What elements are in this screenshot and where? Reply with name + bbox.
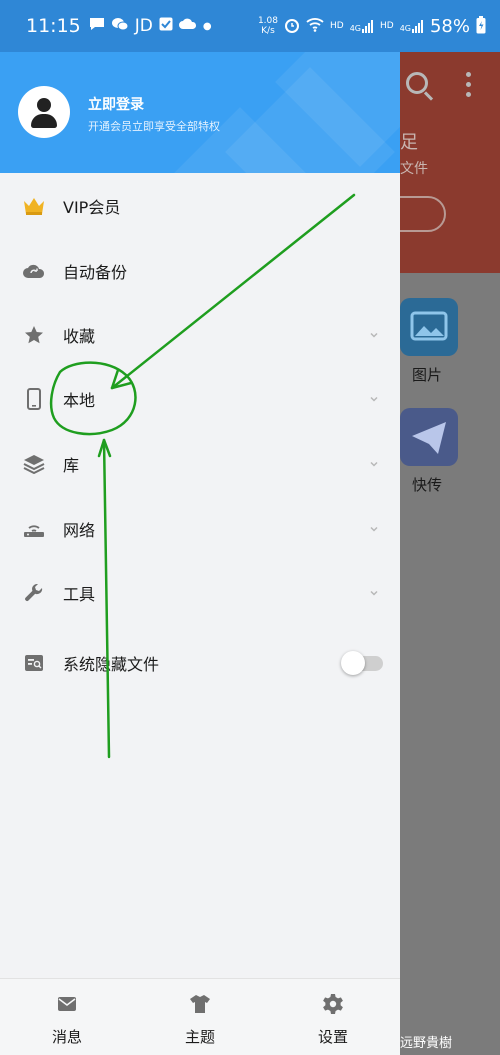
menu-item-favorites[interactable]: 收藏 bbox=[0, 311, 400, 359]
crown-icon bbox=[22, 194, 46, 218]
login-subtitle: 开通会员立即享受全部特权 bbox=[88, 120, 220, 133]
navigation-drawer: 立即登录 开通会员立即享受全部特权 VIP会员 自动备份 收藏 本地 库 网络 … bbox=[0, 52, 400, 1055]
drawer-header[interactable]: 立即登录 开通会员立即享受全部特权 bbox=[0, 52, 400, 173]
status-bar: 11:15 JD ● 1.08 K/s HD 4G HD 4G 58% bbox=[0, 0, 500, 52]
wechat-icon bbox=[111, 17, 129, 35]
wrench-icon bbox=[22, 581, 46, 605]
chevron-down-icon[interactable] bbox=[368, 587, 380, 599]
hd-tag-2: HD bbox=[379, 21, 394, 31]
background-grid-label-transfer: 快传 bbox=[412, 476, 443, 494]
background-app: 足 文件 图片 快传 bbox=[400, 52, 500, 1055]
bottom-item-label: 消息 bbox=[51, 1028, 82, 1046]
bottom-item-label: 主题 bbox=[184, 1028, 215, 1046]
cloud-icon bbox=[178, 17, 197, 35]
search-icon bbox=[406, 72, 428, 94]
menu-item-vip[interactable]: VIP会员 bbox=[0, 182, 400, 230]
signal-icon-2: 4G bbox=[400, 19, 424, 33]
net-speed: 1.08 K/s bbox=[258, 16, 278, 36]
battery-percent: 58% bbox=[429, 15, 470, 37]
menu-item-label: VIP会员 bbox=[63, 198, 121, 217]
net-speed-unit: K/s bbox=[261, 26, 275, 36]
menu-item-auto-backup[interactable]: 自动备份 bbox=[0, 247, 400, 295]
hd-tag-1: HD bbox=[329, 21, 344, 31]
menu-item-library[interactable]: 库 bbox=[0, 440, 400, 488]
signal-tag-2: 4G bbox=[399, 24, 411, 33]
send-icon bbox=[400, 408, 458, 466]
chat-bubble-icon bbox=[89, 17, 105, 35]
cloud-sync-icon bbox=[22, 259, 46, 283]
background-app-header: 足 文件 bbox=[400, 52, 500, 273]
alarm-icon bbox=[284, 17, 300, 36]
background-header-text: 足 bbox=[400, 132, 418, 153]
bottom-item-settings[interactable]: 设置 bbox=[266, 979, 400, 1055]
hidden-file-icon bbox=[22, 651, 46, 675]
menu-item-network[interactable]: 网络 bbox=[0, 505, 400, 553]
login-title[interactable]: 立即登录 bbox=[88, 94, 144, 114]
chevron-down-icon[interactable] bbox=[368, 523, 380, 535]
phone-icon bbox=[22, 387, 46, 411]
signal-icon-1: 4G bbox=[350, 19, 374, 33]
menu-item-label: 收藏 bbox=[63, 327, 96, 346]
menu-item-tools[interactable]: 工具 bbox=[0, 569, 400, 617]
background-app-body bbox=[400, 273, 500, 1055]
menu-item-label: 系统隐藏文件 bbox=[63, 655, 160, 674]
wifi-icon bbox=[306, 17, 324, 35]
menu-item-hidden-files[interactable]: 系统隐藏文件 bbox=[0, 639, 400, 687]
image-folder-icon bbox=[400, 298, 458, 356]
chevron-down-icon[interactable] bbox=[368, 393, 380, 405]
signal-tag-1: 4G bbox=[349, 24, 361, 33]
chevron-down-icon[interactable] bbox=[368, 458, 380, 470]
avatar[interactable] bbox=[18, 86, 70, 138]
mail-icon bbox=[56, 993, 78, 1015]
background-header-subtext: 文件 bbox=[400, 161, 428, 177]
hidden-files-toggle[interactable] bbox=[341, 650, 385, 676]
menu-item-label: 工具 bbox=[63, 585, 96, 604]
more-vert-icon bbox=[466, 72, 471, 97]
bottom-item-label: 设置 bbox=[317, 1028, 348, 1046]
menu-item-label: 本地 bbox=[63, 391, 96, 410]
dot-icon: ● bbox=[202, 20, 212, 32]
bottom-item-theme[interactable]: 主题 bbox=[133, 979, 267, 1055]
gear-icon bbox=[322, 993, 344, 1015]
layers-icon bbox=[22, 452, 46, 476]
carrier-label: JD bbox=[134, 16, 153, 36]
bottom-item-messages[interactable]: 消息 bbox=[0, 979, 134, 1055]
shirt-icon bbox=[189, 993, 211, 1015]
menu-item-label: 自动备份 bbox=[63, 263, 128, 282]
battery-icon bbox=[476, 15, 486, 37]
menu-item-label: 库 bbox=[63, 456, 80, 475]
chevron-down-icon[interactable] bbox=[368, 329, 380, 341]
menu-item-local[interactable]: 本地 bbox=[0, 375, 400, 423]
background-grid-label-images: 图片 bbox=[412, 366, 443, 384]
checkbox-icon bbox=[159, 17, 173, 35]
background-pill bbox=[400, 196, 446, 232]
drawer-bottom-bar: 消息 主题 设置 bbox=[0, 978, 400, 1055]
watermark: 远野貴樹 bbox=[400, 1036, 453, 1051]
router-icon bbox=[22, 517, 46, 541]
star-icon bbox=[22, 323, 46, 347]
net-speed-value: 1.08 bbox=[257, 16, 278, 26]
status-time: 11:15 bbox=[26, 15, 81, 37]
menu-item-label: 网络 bbox=[63, 521, 96, 540]
